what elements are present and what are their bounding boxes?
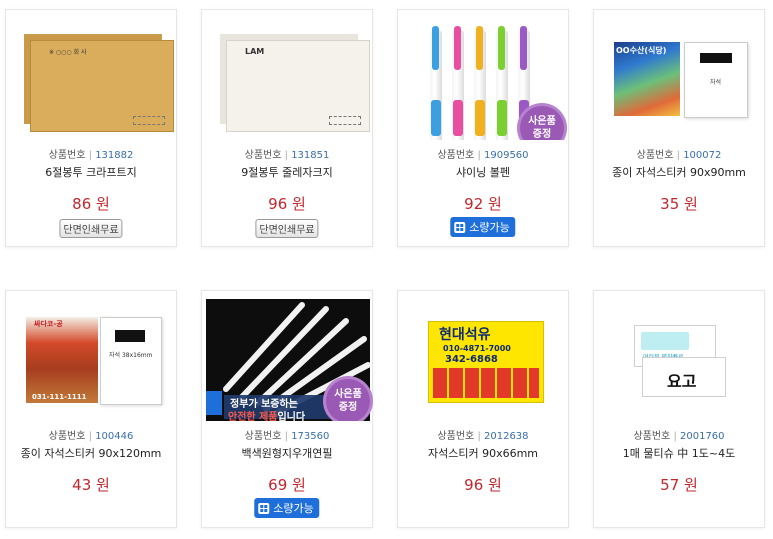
pen-image-green — [496, 26, 508, 140]
product-name[interactable]: 9절봉투 줄레자크지 — [202, 164, 372, 180]
white-envelope-image: LAM — [220, 34, 370, 132]
product-thumbnail[interactable]: ※ ○○○ 회 사 — [6, 10, 178, 140]
product-card[interactable]: ※ ○○○ 회 사 상품번호 | 131882 6절봉투 크라프트지 86 원 … — [5, 9, 177, 247]
pen-image-pink — [452, 26, 464, 140]
wet-tissue-front: 요고 — [642, 357, 726, 397]
magnet-sticker-photo: OO수산(식당) — [614, 42, 680, 116]
product-thumbnail[interactable]: 정부가 보증하는 안전한 제품입니다 사은품 증정 — [202, 291, 374, 421]
product-name[interactable]: 종이 자석스티커 90x90mm — [594, 164, 764, 180]
pen-image-blue — [430, 26, 442, 140]
product-card[interactable]: 싸다코-공 031-111-1111 자석 38x16mm 상품번호 | 100… — [5, 290, 177, 528]
product-code: 2012638 — [484, 431, 529, 442]
product-thumbnail[interactable]: 여러분 평화빠르 요고 — [594, 291, 766, 421]
product-code: 1909560 — [484, 150, 529, 161]
magnet-sticker-back: 자석 38x16mm — [100, 317, 162, 405]
product-thumbnail[interactable]: 사은품 증정 — [398, 10, 570, 140]
product-name[interactable]: 샤이닝 볼펜 — [398, 164, 568, 180]
product-code-label: 상품번호 — [48, 431, 86, 442]
product-code-label: 상품번호 — [437, 431, 475, 442]
product-price: 86 원 — [72, 195, 110, 213]
small-quantity-badge: 소량가능 — [450, 217, 516, 237]
product-code: 173560 — [291, 431, 330, 442]
small-quantity-badge: 소량가능 — [254, 498, 320, 518]
free-print-badge: 단면인쇄무료 — [59, 219, 123, 238]
product-code-label: 상품번호 — [244, 431, 282, 442]
product-price: 69 원 — [268, 476, 306, 494]
product-code-label: 상품번호 — [48, 150, 86, 161]
product-card[interactable]: 사은품 증정 상품번호 | 1909560 샤이닝 볼펜 92 원 소량가능 — [397, 9, 569, 247]
product-card[interactable]: LAM 상품번호 | 131851 9절봉투 줄레자크지 96 원 단면인쇄무료 — [201, 9, 373, 247]
product-price: 35 원 — [660, 195, 698, 213]
pen-image-orange — [474, 26, 486, 140]
product-code: 100072 — [683, 150, 722, 161]
magnet-sticker-photo: 싸다코-공 031-111-1111 — [26, 317, 98, 403]
product-thumbnail[interactable]: 현대석유 010-4871-7000 342-6868 — [398, 291, 570, 421]
free-print-badge: 단면인쇄무료 — [255, 219, 319, 238]
product-name[interactable]: 1매 물티슈 中 1도~4도 — [594, 445, 764, 461]
product-code-label: 상품번호 — [437, 150, 475, 161]
product-card[interactable]: 정부가 보증하는 안전한 제품입니다 사은품 증정 상품번호 | 173560 백… — [201, 290, 373, 528]
product-code-label: 상품번호 — [636, 150, 674, 161]
product-code-label: 상품번호 — [633, 431, 671, 442]
gift-badge: 사은품 증정 — [326, 379, 370, 421]
product-thumbnail[interactable]: 싸다코-공 031-111-1111 자석 38x16mm — [6, 291, 178, 421]
gift-badge: 사은품 증정 — [520, 106, 564, 140]
product-card[interactable]: OO수산(식당) 자석 상품번호 | 100072 종이 자석스티커 90x90… — [593, 9, 765, 247]
product-price: 57 원 — [660, 476, 698, 494]
product-price: 96 원 — [268, 195, 306, 213]
magnet-sticker-back: 자석 — [684, 42, 748, 118]
product-code: 100446 — [95, 431, 134, 442]
product-thumbnail[interactable]: LAM — [202, 10, 374, 140]
product-thumbnail[interactable]: OO수산(식당) 자석 — [594, 10, 766, 140]
product-card[interactable]: 현대석유 010-4871-7000 342-6868 상품번호 | 20126… — [397, 290, 569, 528]
kraft-envelope-image: ※ ○○○ 회 사 — [24, 34, 174, 132]
product-price: 92 원 — [464, 195, 502, 213]
grid-icon — [454, 221, 466, 233]
product-name[interactable]: 백색원형지우개연필 — [202, 445, 372, 461]
product-card[interactable]: 여러분 평화빠르 요고 상품번호 | 2001760 1매 물티슈 中 1도~4… — [593, 290, 765, 528]
product-code: 2001760 — [680, 431, 725, 442]
product-name[interactable]: 6절봉투 크라프트지 — [6, 164, 176, 180]
product-name[interactable]: 종이 자석스티커 90x120mm — [6, 445, 176, 461]
product-price: 96 원 — [464, 476, 502, 494]
product-code: 131851 — [291, 150, 330, 161]
grid-icon — [258, 502, 270, 514]
product-code-label: 상품번호 — [244, 150, 282, 161]
product-price: 43 원 — [72, 476, 110, 494]
product-code: 131882 — [95, 150, 134, 161]
pencil-caption-2: 안전한 제품입니다 — [228, 412, 306, 421]
product-name[interactable]: 자석스티커 90x66mm — [398, 445, 568, 461]
magnet-sticker-photo: 현대석유 010-4871-7000 342-6868 — [428, 321, 544, 403]
